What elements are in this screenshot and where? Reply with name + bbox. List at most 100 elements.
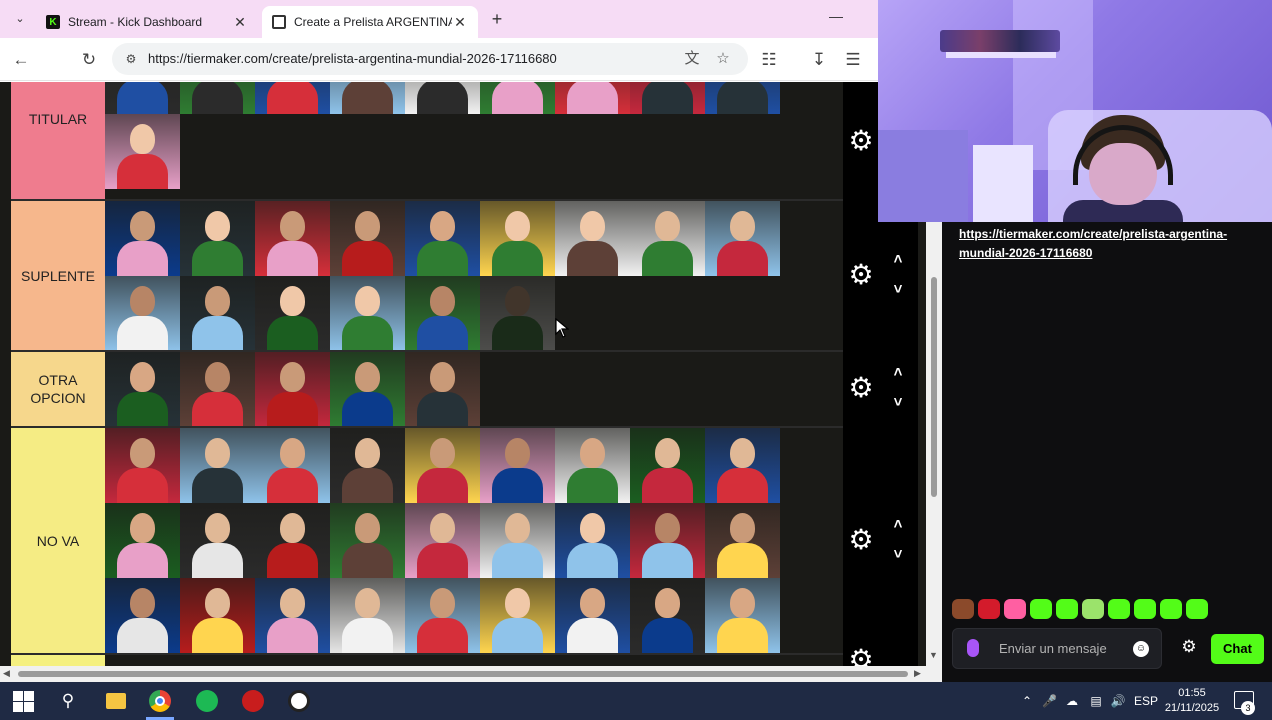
player-card[interactable] xyxy=(330,352,405,427)
horizontal-scrollbar[interactable]: ◀ ▶ xyxy=(0,666,942,682)
player-card[interactable] xyxy=(555,578,630,653)
player-card[interactable] xyxy=(105,352,180,427)
player-card[interactable] xyxy=(180,578,255,653)
translate-icon[interactable]: 文 xyxy=(682,49,702,69)
windows-start-icon[interactable] xyxy=(11,689,35,713)
tier-settings-icon[interactable]: ⚙ xyxy=(848,374,874,402)
close-tab-icon[interactable]: ✕ xyxy=(232,14,248,30)
language-indicator[interactable]: ESP xyxy=(1134,692,1158,710)
player-card[interactable] xyxy=(555,503,630,578)
chat-message-link[interactable]: https://tiermaker.com/create/prelista-ar… xyxy=(959,225,1249,263)
scrollbar-thumb[interactable] xyxy=(931,277,937,497)
player-card[interactable] xyxy=(405,503,480,578)
chat-settings-icon[interactable]: ⚙ xyxy=(1178,636,1200,658)
player-card[interactable] xyxy=(330,276,405,351)
tier-label[interactable]: QUE LO xyxy=(11,655,105,666)
player-card[interactable] xyxy=(330,503,405,578)
emote-icon[interactable] xyxy=(1030,599,1052,619)
network-icon[interactable]: ▤ xyxy=(1088,692,1104,710)
player-card[interactable] xyxy=(180,82,255,114)
emoji-picker-icon[interactable]: ☺ xyxy=(1133,641,1149,657)
player-card[interactable] xyxy=(630,82,705,114)
reload-icon[interactable]: ↻ xyxy=(78,49,100,71)
player-card[interactable] xyxy=(105,114,180,189)
player-card[interactable] xyxy=(330,578,405,653)
player-card[interactable] xyxy=(105,428,180,503)
player-card[interactable] xyxy=(405,82,480,114)
player-card[interactable] xyxy=(105,503,180,578)
tab-search-chevron-icon[interactable]: ⌄ xyxy=(10,9,30,29)
move-tier-up-icon[interactable]: ˄ xyxy=(887,365,909,380)
tier-label[interactable]: OTRA OPCION xyxy=(11,352,105,426)
tier-settings-icon[interactable]: ⚙ xyxy=(848,126,874,154)
move-tier-up-icon[interactable]: ˄ xyxy=(887,517,909,532)
extensions-icon[interactable]: ☷ xyxy=(758,49,780,71)
player-card[interactable] xyxy=(105,201,180,276)
player-card[interactable] xyxy=(255,201,330,276)
player-card[interactable] xyxy=(105,578,180,653)
player-card[interactable] xyxy=(405,352,480,427)
player-card[interactable] xyxy=(405,578,480,653)
scroll-left-icon[interactable]: ◀ xyxy=(3,668,10,679)
scroll-down-icon[interactable]: ▼ xyxy=(929,650,938,660)
scroll-right-icon[interactable]: ▶ xyxy=(914,668,921,679)
tier-settings-icon[interactable]: ⚙ xyxy=(848,525,874,553)
minimize-window-icon[interactable]: — xyxy=(826,8,846,28)
player-card[interactable] xyxy=(180,276,255,351)
player-card[interactable] xyxy=(405,276,480,351)
player-card[interactable] xyxy=(330,82,405,114)
emote-icon[interactable] xyxy=(1186,599,1208,619)
emote-icon[interactable] xyxy=(1160,599,1182,619)
player-card[interactable] xyxy=(630,201,705,276)
obs-icon[interactable] xyxy=(287,689,311,713)
downloads-icon[interactable]: ↧ xyxy=(808,49,830,71)
tier-settings-icon[interactable]: ⚙ xyxy=(848,645,874,666)
player-card[interactable] xyxy=(705,428,780,503)
emote-icon[interactable] xyxy=(1108,599,1130,619)
tab-kick-dashboard[interactable]: K Stream - Kick Dashboard ✕ xyxy=(36,6,258,38)
emote-icon[interactable] xyxy=(1056,599,1078,619)
chat-message-input[interactable]: Enviar un mensaje ☺ xyxy=(952,628,1162,669)
tier-label[interactable]: TITULAR xyxy=(11,82,105,199)
player-card[interactable] xyxy=(405,428,480,503)
tier-label[interactable]: NO VA xyxy=(11,428,105,653)
search-icon[interactable]: ⚲ xyxy=(56,689,80,713)
player-card[interactable] xyxy=(705,82,780,114)
site-info-icon[interactable]: ⚙ xyxy=(122,50,140,68)
move-tier-down-icon[interactable]: ˅ xyxy=(887,547,909,562)
chat-send-button[interactable]: Chat xyxy=(1211,634,1264,664)
player-card[interactable] xyxy=(180,352,255,427)
chrome-icon[interactable] xyxy=(148,689,172,713)
player-card[interactable] xyxy=(255,276,330,351)
player-card[interactable] xyxy=(405,201,480,276)
player-card[interactable] xyxy=(630,428,705,503)
player-card[interactable] xyxy=(180,201,255,276)
player-card[interactable] xyxy=(555,201,630,276)
url-text[interactable]: https://tiermaker.com/create/prelista-ar… xyxy=(148,51,557,66)
bookmark-star-icon[interactable]: ☆ xyxy=(713,49,733,69)
new-tab-icon[interactable]: + xyxy=(486,8,508,30)
microphone-tray-icon[interactable]: 🎤 xyxy=(1042,692,1057,710)
player-card[interactable] xyxy=(630,503,705,578)
player-card[interactable] xyxy=(555,428,630,503)
emote-icon[interactable] xyxy=(1134,599,1156,619)
player-card[interactable] xyxy=(705,503,780,578)
player-card[interactable] xyxy=(630,578,705,653)
scrollbar-thumb[interactable] xyxy=(18,671,908,677)
player-card[interactable] xyxy=(330,428,405,503)
microphone-icon[interactable] xyxy=(967,639,979,657)
player-card[interactable] xyxy=(705,578,780,653)
recording-app-icon[interactable] xyxy=(241,689,265,713)
player-card[interactable] xyxy=(480,428,555,503)
player-card[interactable] xyxy=(180,428,255,503)
tier-label[interactable]: SUPLENTE xyxy=(11,201,105,350)
onedrive-icon[interactable]: ☁ xyxy=(1064,692,1080,710)
player-card[interactable] xyxy=(255,428,330,503)
clock[interactable]: 01:55 21/11/2025 xyxy=(1160,686,1224,716)
player-card[interactable] xyxy=(255,352,330,427)
player-card[interactable] xyxy=(705,201,780,276)
player-card[interactable] xyxy=(105,82,180,114)
player-card[interactable] xyxy=(480,276,555,351)
player-card[interactable] xyxy=(105,276,180,351)
spotify-icon[interactable] xyxy=(195,689,219,713)
